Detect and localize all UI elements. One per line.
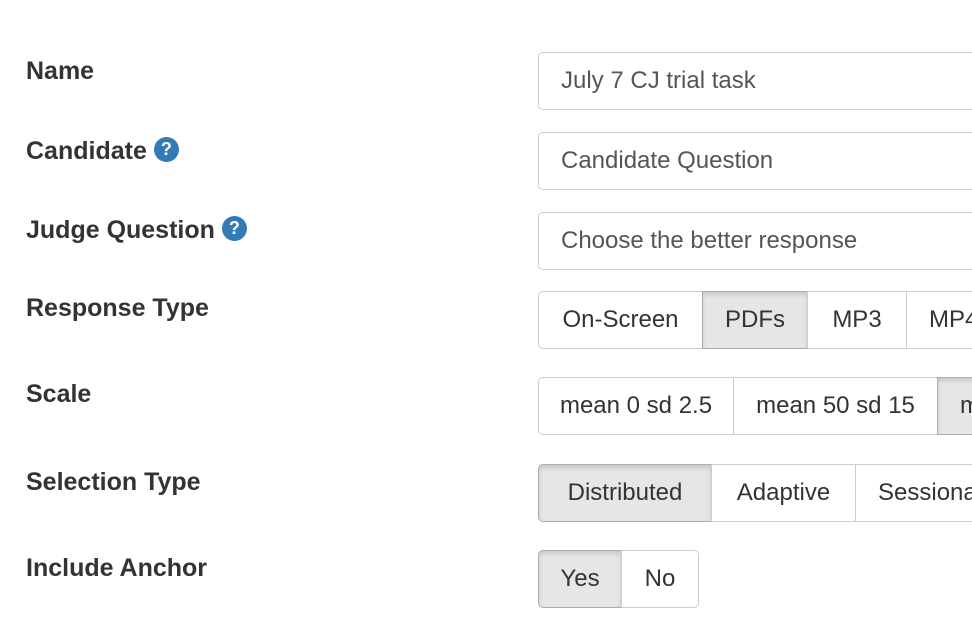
selection-type-label-text: Selection Type xyxy=(26,467,201,496)
task-settings-form: Name July 7 CJ trial task Candidate ? Ca… xyxy=(0,0,972,626)
response-type-row: Response Type On-Screen PDFs MP3 MP4 xyxy=(0,290,972,350)
name-input[interactable]: July 7 CJ trial task xyxy=(538,52,972,110)
candidate-question-input[interactable]: Candidate Question xyxy=(538,132,972,190)
response-type-mp4-button[interactable]: MP4 xyxy=(906,291,972,349)
judge-question-label-text: Judge Question xyxy=(26,215,215,244)
selection-type-label: Selection Type xyxy=(26,464,201,500)
selection-type-button-group: Distributed Adaptive Sessional xyxy=(538,464,972,522)
selection-type-row: Selection Type Distributed Adaptive Sess… xyxy=(0,464,972,524)
selection-type-sessional-button[interactable]: Sessional xyxy=(855,464,972,522)
name-label-text: Name xyxy=(26,56,95,85)
name-row: Name July 7 CJ trial task xyxy=(0,52,972,114)
scale-label: Scale xyxy=(26,376,91,412)
selection-type-distributed-button[interactable]: Distributed xyxy=(538,464,712,522)
include-anchor-label-text: Include Anchor xyxy=(26,553,208,582)
include-anchor-button-group: Yes No xyxy=(538,550,699,608)
selection-type-adaptive-button[interactable]: Adaptive xyxy=(711,464,856,522)
response-type-mp3-button[interactable]: MP3 xyxy=(807,291,907,349)
candidate-label-text: Candidate xyxy=(26,136,147,165)
include-anchor-row: Include Anchor Yes No xyxy=(0,550,972,610)
name-label: Name xyxy=(26,54,94,88)
include-anchor-no-button[interactable]: No xyxy=(621,550,699,608)
include-anchor-yes-button[interactable]: Yes xyxy=(538,550,622,608)
judge-question-label: Judge Question ? xyxy=(26,212,247,248)
response-type-label-text: Response Type xyxy=(26,293,209,322)
response-type-pdfs-button[interactable]: PDFs xyxy=(702,291,808,349)
include-anchor-label: Include Anchor xyxy=(26,550,207,586)
response-type-label: Response Type xyxy=(26,290,209,326)
scale-row: Scale mean 0 sd 2.5 mean 50 sd 15 m xyxy=(0,376,972,436)
response-type-on-screen-button[interactable]: On-Screen xyxy=(538,291,703,349)
scale-mean50-sd15-button[interactable]: mean 50 sd 15 xyxy=(733,377,938,435)
candidate-label: Candidate ? xyxy=(26,134,179,168)
candidate-row: Candidate ? Candidate Question xyxy=(0,132,972,194)
scale-mean0-sd2-5-button[interactable]: mean 0 sd 2.5 xyxy=(538,377,734,435)
question-circle-icon[interactable]: ? xyxy=(153,136,179,162)
question-circle-icon[interactable]: ? xyxy=(221,215,247,241)
judge-question-row: Judge Question ? Choose the better respo… xyxy=(0,212,972,272)
scale-label-text: Scale xyxy=(26,379,92,408)
scale-third-option-button[interactable]: m xyxy=(937,377,972,435)
response-type-button-group: On-Screen PDFs MP3 MP4 xyxy=(538,291,972,349)
scale-button-group: mean 0 sd 2.5 mean 50 sd 15 m xyxy=(538,377,972,435)
judge-question-input[interactable]: Choose the better response xyxy=(538,212,972,270)
